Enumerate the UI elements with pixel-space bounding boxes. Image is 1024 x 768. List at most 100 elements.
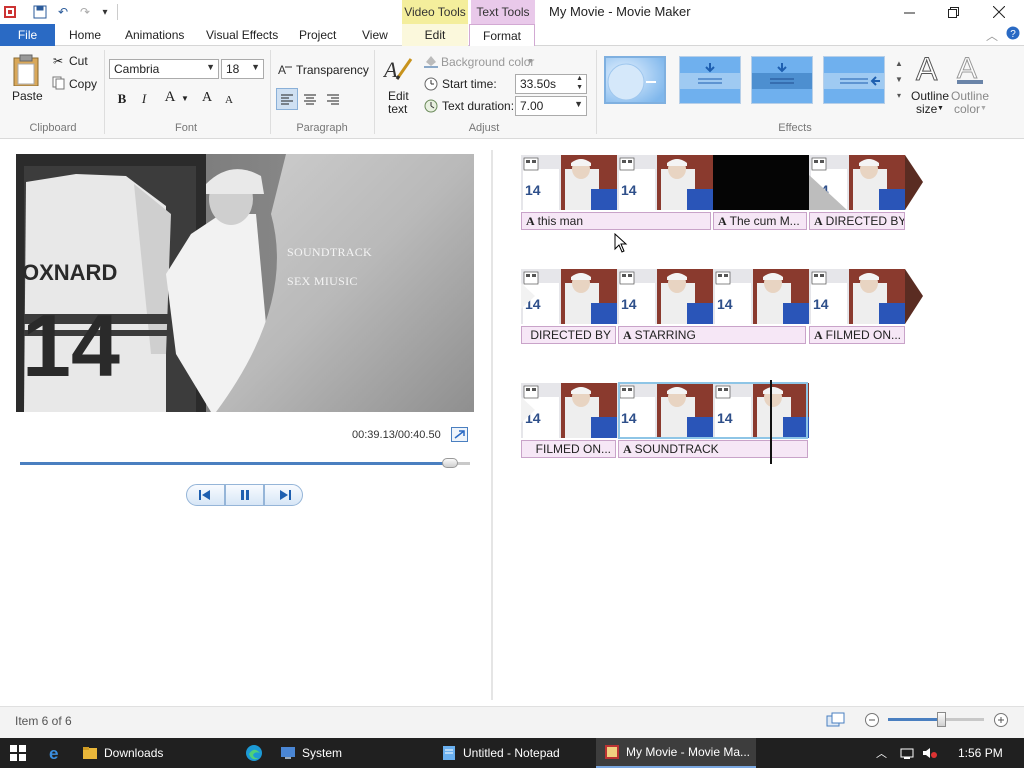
cut-button[interactable]: Cut xyxy=(69,54,88,68)
taskbar-item-notepad[interactable]: Untitled - Notepad xyxy=(441,738,591,768)
edge-taskbar-button[interactable] xyxy=(245,738,263,768)
customize-toolbar-icon[interactable]: ▾ xyxy=(97,4,113,20)
close-icon xyxy=(993,6,1005,18)
edit-text-icon[interactable]: A xyxy=(382,55,413,86)
background-color-button[interactable]: Background color xyxy=(441,55,534,69)
pane-divider[interactable] xyxy=(491,150,493,700)
cut-icon: ✂ xyxy=(53,54,64,68)
storyboard-clip-thumbnail[interactable]: 14 xyxy=(809,269,905,324)
seek-bar[interactable] xyxy=(20,458,470,468)
effects-gallery-scroll[interactable]: ▲ ▼ ▾ xyxy=(893,56,905,104)
redo-icon[interactable]: ↷ xyxy=(77,4,93,20)
save-icon[interactable] xyxy=(32,4,48,20)
font-size-select[interactable]: 18 ▼ xyxy=(221,59,264,79)
taskbar-item-downloads[interactable]: Downloads xyxy=(82,738,232,768)
font-family-select[interactable]: Cambria ▼ xyxy=(109,59,219,79)
start-time-input[interactable]: 33.50s ▲ ▼ xyxy=(515,74,587,94)
zoom-slider[interactable] xyxy=(888,712,984,727)
playhead[interactable] xyxy=(770,380,772,464)
text-caption-clip[interactable]: DIRECTED BY xyxy=(521,326,616,344)
font-color-button[interactable]: A xyxy=(160,87,180,107)
previous-frame-button[interactable] xyxy=(186,484,225,506)
close-button[interactable] xyxy=(976,0,1022,24)
fullscreen-preview-button[interactable] xyxy=(451,427,468,442)
chevron-down-icon: ▼ xyxy=(251,62,260,72)
tab-visual-effects[interactable]: Visual Effects xyxy=(206,24,278,46)
edge-legacy-taskbar-button[interactable]: e xyxy=(47,738,65,768)
tab-project[interactable]: Project xyxy=(299,24,336,46)
text-duration-select[interactable]: 7.00 ▼ xyxy=(515,96,587,116)
edit-text-label-2[interactable]: text xyxy=(388,102,407,116)
preview-frame-image: OXNARD 14 xyxy=(16,154,474,412)
align-right-button[interactable] xyxy=(323,89,343,109)
clock[interactable]: 1:56 PM xyxy=(958,738,1003,768)
tab-animations[interactable]: Animations xyxy=(125,24,184,46)
font-color-dropdown-icon[interactable]: ▼ xyxy=(181,94,189,103)
text-caption-clip[interactable]: FILMED ON... xyxy=(521,440,616,458)
text-caption-clip[interactable]: A SOUNDTRACK xyxy=(618,440,808,458)
grow-font-button[interactable]: A xyxy=(197,88,217,108)
paste-icon[interactable] xyxy=(12,54,40,89)
undo-icon[interactable]: ↶ xyxy=(55,4,71,20)
tab-edit[interactable]: Edit xyxy=(402,24,468,46)
edit-text-label-1[interactable]: Edit xyxy=(388,89,409,103)
tab-home[interactable]: Home xyxy=(69,24,101,46)
jersey-number-text: 14 xyxy=(22,296,120,395)
show-hidden-icons-button[interactable]: ︿ xyxy=(876,738,887,768)
minimize-button[interactable] xyxy=(886,0,932,24)
text-caption-clip[interactable]: A STARRING xyxy=(618,326,806,344)
text-caption-clip[interactable]: A The cum M... xyxy=(713,212,807,230)
bold-button[interactable]: B xyxy=(112,89,132,109)
start-button[interactable] xyxy=(10,738,26,768)
text-caption-clip[interactable]: A FILMED ON... xyxy=(809,326,905,344)
taskbar-item-system[interactable]: System xyxy=(280,738,430,768)
storyboard-clip-thumbnail[interactable]: 14 xyxy=(617,155,713,210)
volume-muted-icon[interactable] xyxy=(922,738,938,768)
align-left-button[interactable] xyxy=(276,88,298,110)
tab-view[interactable]: View xyxy=(362,24,388,46)
taskbar-item-movie-maker[interactable]: My Movie - Movie Ma... xyxy=(596,738,756,768)
effect-thumbnail-2[interactable] xyxy=(679,56,741,104)
effect-thumbnail-4[interactable] xyxy=(823,56,885,104)
pause-button[interactable] xyxy=(225,484,264,506)
mouse-cursor xyxy=(614,232,628,256)
spinner-icon[interactable]: ▲ ▼ xyxy=(576,74,583,92)
zoom-out-button[interactable] xyxy=(864,712,880,731)
align-center-button[interactable] xyxy=(300,89,320,109)
zoom-slider-thumb[interactable] xyxy=(936,712,946,727)
status-item-count: Item 6 of 6 xyxy=(15,714,72,728)
app-icon[interactable] xyxy=(2,4,18,20)
effect-thumbnail-3[interactable] xyxy=(751,56,813,104)
tab-file[interactable]: File xyxy=(0,24,55,46)
copy-button[interactable]: Copy xyxy=(69,77,97,91)
network-icon[interactable] xyxy=(900,738,914,768)
text-caption-clip[interactable]: A DIRECTED BY xyxy=(809,212,905,230)
storyboard-clip-thumbnail[interactable]: 14 xyxy=(521,155,617,210)
paste-button[interactable]: Paste xyxy=(12,89,43,103)
outline-color-label-2[interactable]: color xyxy=(954,102,980,116)
svg-text:14: 14 xyxy=(621,296,637,312)
storyboard-clip-thumbnail[interactable]: 14 xyxy=(713,269,809,324)
collapse-ribbon-icon[interactable]: ︿ xyxy=(986,27,998,44)
storyboard-view-button[interactable] xyxy=(826,712,846,731)
seek-bar-thumb[interactable] xyxy=(441,458,458,468)
transparency-button[interactable]: Transparency xyxy=(296,63,369,77)
tab-format[interactable]: Format xyxy=(469,24,535,47)
zoom-in-button[interactable] xyxy=(993,712,1009,731)
storyboard-clip-thumbnail[interactable] xyxy=(713,155,809,210)
text-caption-clip[interactable]: Athis man xyxy=(521,212,711,230)
storyboard-clip-thumbnail[interactable]: 14 xyxy=(617,269,713,324)
effect-thumbnail-1[interactable] xyxy=(604,56,666,104)
outline-color-icon[interactable]: A xyxy=(955,52,985,89)
shrink-font-button[interactable]: A xyxy=(219,90,239,110)
outline-color-label-1[interactable]: Outline xyxy=(951,89,989,103)
italic-button[interactable]: I xyxy=(134,89,154,109)
effect-preview-icon xyxy=(824,57,884,103)
maximize-button[interactable] xyxy=(930,0,976,24)
next-frame-button[interactable] xyxy=(264,484,303,506)
outline-size-label-2[interactable]: size xyxy=(916,102,937,116)
outline-size-icon[interactable]: A xyxy=(914,51,944,89)
outline-size-label-1[interactable]: Outline xyxy=(911,89,949,103)
video-preview[interactable]: OXNARD 14 SOUNDTRACK SEX MIUSIC xyxy=(16,154,474,412)
help-icon[interactable]: ? xyxy=(1006,26,1020,43)
